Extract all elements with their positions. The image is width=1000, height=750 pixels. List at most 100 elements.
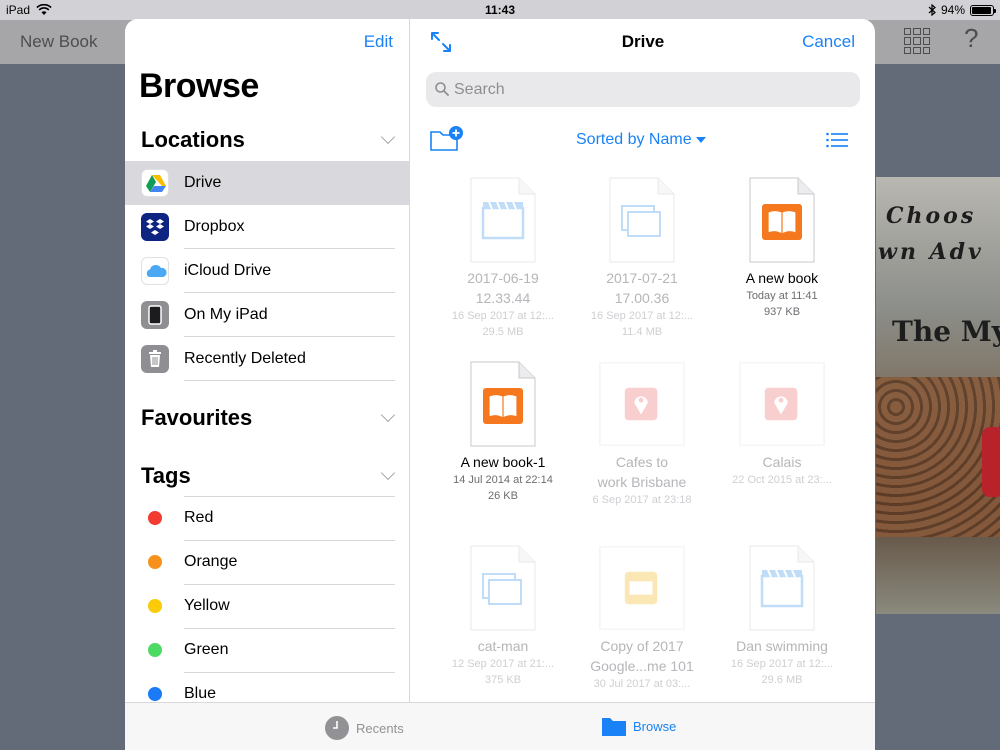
sidebar-item-label: Blue: [184, 685, 217, 702]
tag-color-dot: [148, 511, 162, 525]
file-item[interactable]: Dan swimming 16 Sep 2017 at 12:... 29.6 MB: [712, 544, 852, 688]
sidebar-tag-blue[interactable]: Blue: [125, 672, 409, 702]
file-name-line: 17.00.36: [614, 290, 670, 306]
file-thumbnail-map-icon: [739, 360, 825, 448]
file-name: Calais: [712, 452, 852, 472]
file-list-pane: Drive Cancel Sorted by Name 2017-06-1912…: [411, 19, 875, 702]
battery-percent: 94%: [940, 3, 965, 17]
file-name: A new book-1: [433, 452, 573, 472]
file-item[interactable]: 2017-07-21 17.00.36 16 Sep 2017 at 12:... 1…: [572, 176, 712, 340]
file-name-line: Dan swimming: [736, 638, 828, 654]
sidebar-tag-yellow[interactable]: Yellow: [125, 584, 409, 628]
sidebar-item-label: Recently Deleted: [184, 350, 306, 367]
tab-bar: Recents Browse: [125, 702, 875, 750]
file-name-line: A new book-1: [460, 454, 546, 470]
file-name: Dan swimming: [712, 636, 852, 656]
tab-recents[interactable]: Recents: [324, 715, 404, 741]
list-view-icon[interactable]: [826, 132, 848, 148]
background-app-title: New Book: [20, 32, 98, 51]
clock: 11:43: [484, 3, 516, 17]
file-item[interactable]: 2017-06-19 12.33.44 16 Sep 2017 at 12:... 2…: [433, 176, 573, 340]
chevron-down-icon[interactable]: [380, 465, 396, 481]
file-name: 2017-07-21 17.00.36: [572, 268, 712, 308]
file-thumbnail-video-icon: [748, 544, 816, 632]
sidebar-item-drive[interactable]: Drive: [125, 161, 409, 205]
cover-image-figure: [982, 427, 1000, 497]
tab-browse[interactable]: Browse: [601, 715, 676, 737]
file-size: 375 KB: [484, 674, 522, 686]
file-date: 12 Sep 2017 at 21:...: [451, 658, 555, 670]
file-name-line: A new book: [745, 270, 819, 286]
chevron-down-icon[interactable]: [380, 129, 396, 145]
sidebar-tag-green[interactable]: Green: [125, 628, 409, 672]
trash-icon: [141, 345, 169, 373]
chevron-down-icon[interactable]: [380, 407, 396, 423]
sidebar-tag-red[interactable]: Red: [125, 496, 409, 540]
file-item[interactable]: Calais 22 Oct 2015 at 23:...: [712, 360, 852, 488]
sidebar-item-label: Drive: [184, 174, 222, 191]
tab-label: Browse: [633, 718, 677, 734]
cover-text-line: Choos: [886, 203, 977, 229]
sidebar-item-label: Green: [184, 641, 229, 658]
file-item[interactable]: A new book Today at 11:41 937 KB: [712, 176, 852, 320]
cover-text-line: wn Adv: [878, 239, 984, 265]
file-size: 11.4 MB: [621, 326, 663, 338]
sidebar-item-label: Red: [184, 509, 214, 526]
file-thumbnail-images-icon: [469, 544, 537, 632]
file-date: 16 Sep 2017 at 12:...: [730, 658, 834, 670]
new-folder-icon[interactable]: [429, 125, 463, 153]
status-bar: iPad 11:43 94%: [0, 0, 1000, 20]
bluetooth-icon: [928, 4, 936, 16]
file-size: 29.5 MB: [482, 326, 524, 338]
file-name-line: Cafes to: [615, 454, 669, 470]
search-bar[interactable]: [426, 72, 860, 107]
favourites-header[interactable]: Favourites: [141, 405, 252, 431]
file-name-line: Google...me 101: [590, 658, 694, 674]
file-item[interactable]: Cafes to work Brisbane 6 Sep 2017 at 23:18: [572, 360, 712, 508]
file-size: 937 KB: [763, 306, 801, 318]
file-name-line: Calais: [762, 454, 802, 470]
clock-icon: [325, 716, 349, 740]
tag-color-dot: [148, 599, 162, 613]
sort-button[interactable]: Sorted by Name: [576, 131, 706, 149]
file-thumbnail-slides-icon: [599, 544, 685, 632]
search-input[interactable]: [454, 72, 849, 107]
file-item[interactable]: A new book-1 14 Jul 2014 at 22:14 26 KB: [433, 360, 573, 504]
sidebar-item-label: Yellow: [184, 597, 230, 614]
sidebar-item-dropbox[interactable]: Dropbox: [125, 205, 409, 249]
file-date: 16 Sep 2017 at 12:...: [590, 310, 694, 322]
tab-label: Recents: [356, 720, 404, 736]
google-drive-icon: [141, 169, 169, 197]
dropbox-icon: [141, 213, 169, 241]
file-thumbnail-map-icon: [599, 360, 685, 448]
file-name-line: 12.33.44: [475, 290, 531, 306]
tag-color-dot: [148, 555, 162, 569]
file-date: 6 Sep 2017 at 23:18: [592, 494, 692, 506]
cancel-button[interactable]: Cancel: [802, 32, 855, 52]
edit-button[interactable]: Edit: [364, 32, 393, 52]
sidebar-item-label: Orange: [184, 553, 238, 570]
sidebar-item-on-my-ipad[interactable]: On My iPad: [125, 293, 409, 337]
folder-icon: [602, 718, 626, 736]
tags-header[interactable]: Tags: [141, 463, 191, 489]
file-date: Today at 11:41: [746, 290, 818, 302]
icloud-icon: [141, 257, 169, 285]
locations-header[interactable]: Locations: [141, 127, 245, 153]
sidebar-item-label: Dropbox: [184, 218, 245, 235]
sidebar-item-label: iCloud Drive: [184, 262, 272, 279]
file-item[interactable]: Copy of 2017 Google...me 101 30 Jul 2017 a…: [572, 544, 712, 692]
file-thumbnail-book-icon: [748, 176, 816, 264]
battery-fill: [972, 6, 991, 14]
sidebar-item-recently-deleted[interactable]: Recently Deleted: [125, 337, 409, 381]
file-item[interactable]: cat-man 12 Sep 2017 at 21:... 375 KB: [433, 544, 573, 688]
file-name: Cafes to work Brisbane: [572, 452, 712, 492]
sidebar-tag-orange[interactable]: Orange: [125, 540, 409, 584]
file-size: 29.6 MB: [761, 674, 803, 686]
ipad-icon: [141, 301, 169, 329]
file-date: 16 Sep 2017 at 12:...: [451, 310, 555, 322]
grid-view-icon: [904, 28, 930, 54]
sidebar-item-icloud-drive[interactable]: iCloud Drive: [125, 249, 409, 293]
tag-color-dot: [148, 643, 162, 657]
sidebar-title: Browse: [139, 67, 259, 105]
file-name: Copy of 2017 Google...me 101: [572, 636, 712, 676]
